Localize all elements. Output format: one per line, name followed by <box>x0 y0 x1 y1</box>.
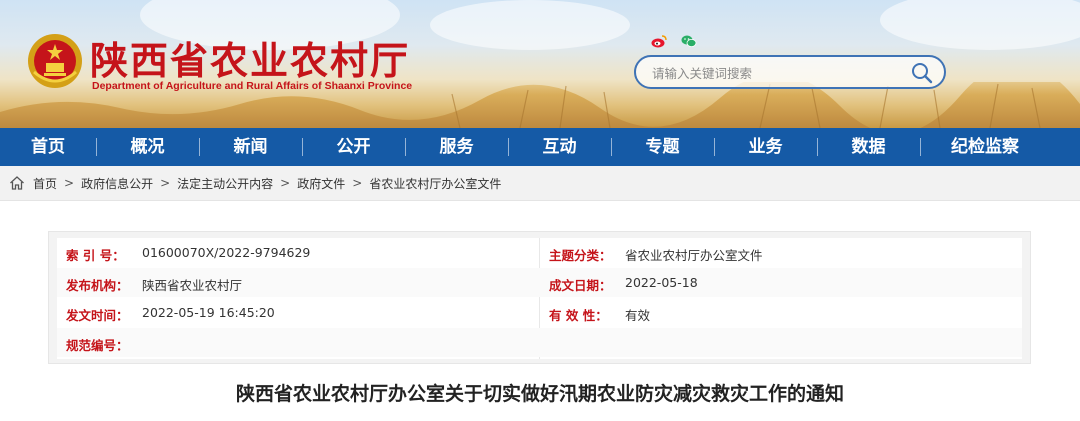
publish-time-value: 2022-05-19 16:45:20 <box>142 305 275 320</box>
site-title[interactable]: 陕西省农业农村厅 <box>90 30 410 85</box>
nav-item-discipline[interactable]: 纪检监察 <box>920 128 1050 166</box>
nav-item-business[interactable]: 业务 <box>714 128 817 166</box>
main-content: 索 引 号： 01600070X/2022-9794629 主题分类： 省农业农… <box>0 200 1080 421</box>
metadata-row: 索 引 号： 01600070X/2022-9794629 主题分类： 省农业农… <box>57 238 1022 267</box>
site-subtitle-en: Department of Agriculture and Rural Affa… <box>92 80 413 92</box>
nav-item-public[interactable]: 公开 <box>302 128 405 166</box>
weibo-icon[interactable] <box>651 34 667 48</box>
breadcrumb-home[interactable]: 首页 <box>33 175 57 192</box>
metadata-row: 发文时间： 2022-05-19 16:45:20 有 效 性： 有效 <box>57 298 1022 327</box>
nav-item-news[interactable]: 新闻 <box>199 128 302 166</box>
nav-item-topics[interactable]: 专题 <box>611 128 714 166</box>
issuer-label: 发布机构： <box>66 278 129 293</box>
breadcrumb-separator: > <box>64 176 75 190</box>
document-title: 陕西省农业农村厅办公室关于切实做好汛期农业防灾减灾救灾工作的通知 <box>235 383 844 405</box>
breadcrumb-office-docs[interactable]: 省农业农村厅办公室文件 <box>369 175 501 192</box>
publish-time-label: 发文时间： <box>66 308 129 323</box>
breadcrumb-separator: > <box>280 176 291 190</box>
date-written-label: 成文日期： <box>549 278 612 293</box>
topic-value: 省农业农村厅办公室文件 <box>625 248 763 263</box>
document-metadata-table: 索 引 号： 01600070X/2022-9794629 主题分类： 省农业农… <box>48 231 1031 364</box>
metadata-row: 规范编号： <box>57 328 1022 357</box>
cloud-decoration <box>880 0 1080 50</box>
topic-label: 主题分类： <box>549 248 612 263</box>
breadcrumb-gov-info[interactable]: 政府信息公开 <box>81 175 153 192</box>
search-box <box>634 55 946 89</box>
home-icon[interactable] <box>9 175 25 191</box>
wechat-icon[interactable] <box>681 34 697 48</box>
metadata-inner: 索 引 号： 01600070X/2022-9794629 主题分类： 省农业农… <box>57 238 1022 359</box>
breadcrumb-separator: > <box>352 176 363 190</box>
nav-item-interaction[interactable]: 互动 <box>508 128 611 166</box>
main-nav: 首页 概况 新闻 公开 服务 互动 专题 业务 数据 纪检监察 <box>0 128 1080 166</box>
national-emblem-icon <box>28 34 82 88</box>
cloud-decoration <box>430 0 630 50</box>
index-number-label: 索 引 号： <box>66 248 125 263</box>
date-written-value: 2022-05-18 <box>625 275 698 290</box>
nav-item-data[interactable]: 数据 <box>817 128 920 166</box>
validity-value: 有效 <box>625 308 651 323</box>
issuer-value: 陕西省农业农村厅 <box>142 278 243 293</box>
breadcrumb-separator: > <box>160 176 171 190</box>
search-input[interactable] <box>652 63 902 83</box>
validity-label: 有 效 性： <box>549 308 608 323</box>
breadcrumb: 首页 > 政府信息公开 > 法定主动公开内容 > 政府文件 > 省农业农村厅办公… <box>0 166 1080 200</box>
breadcrumb-statutory[interactable]: 法定主动公开内容 <box>177 175 273 192</box>
index-number-value: 01600070X/2022-9794629 <box>142 245 311 260</box>
nav-item-services[interactable]: 服务 <box>405 128 508 166</box>
search-icon[interactable] <box>910 61 934 85</box>
breadcrumb-gov-docs[interactable]: 政府文件 <box>297 175 345 192</box>
site-header: 陕西省农业农村厅 Department of Agriculture and R… <box>0 0 1080 128</box>
metadata-row: 发布机构： 陕西省农业农村厅 成文日期： 2022-05-18 <box>57 268 1022 297</box>
nav-item-overview[interactable]: 概况 <box>96 128 199 166</box>
spec-number-label: 规范编号： <box>66 338 129 353</box>
nav-item-home[interactable]: 首页 <box>0 128 96 166</box>
